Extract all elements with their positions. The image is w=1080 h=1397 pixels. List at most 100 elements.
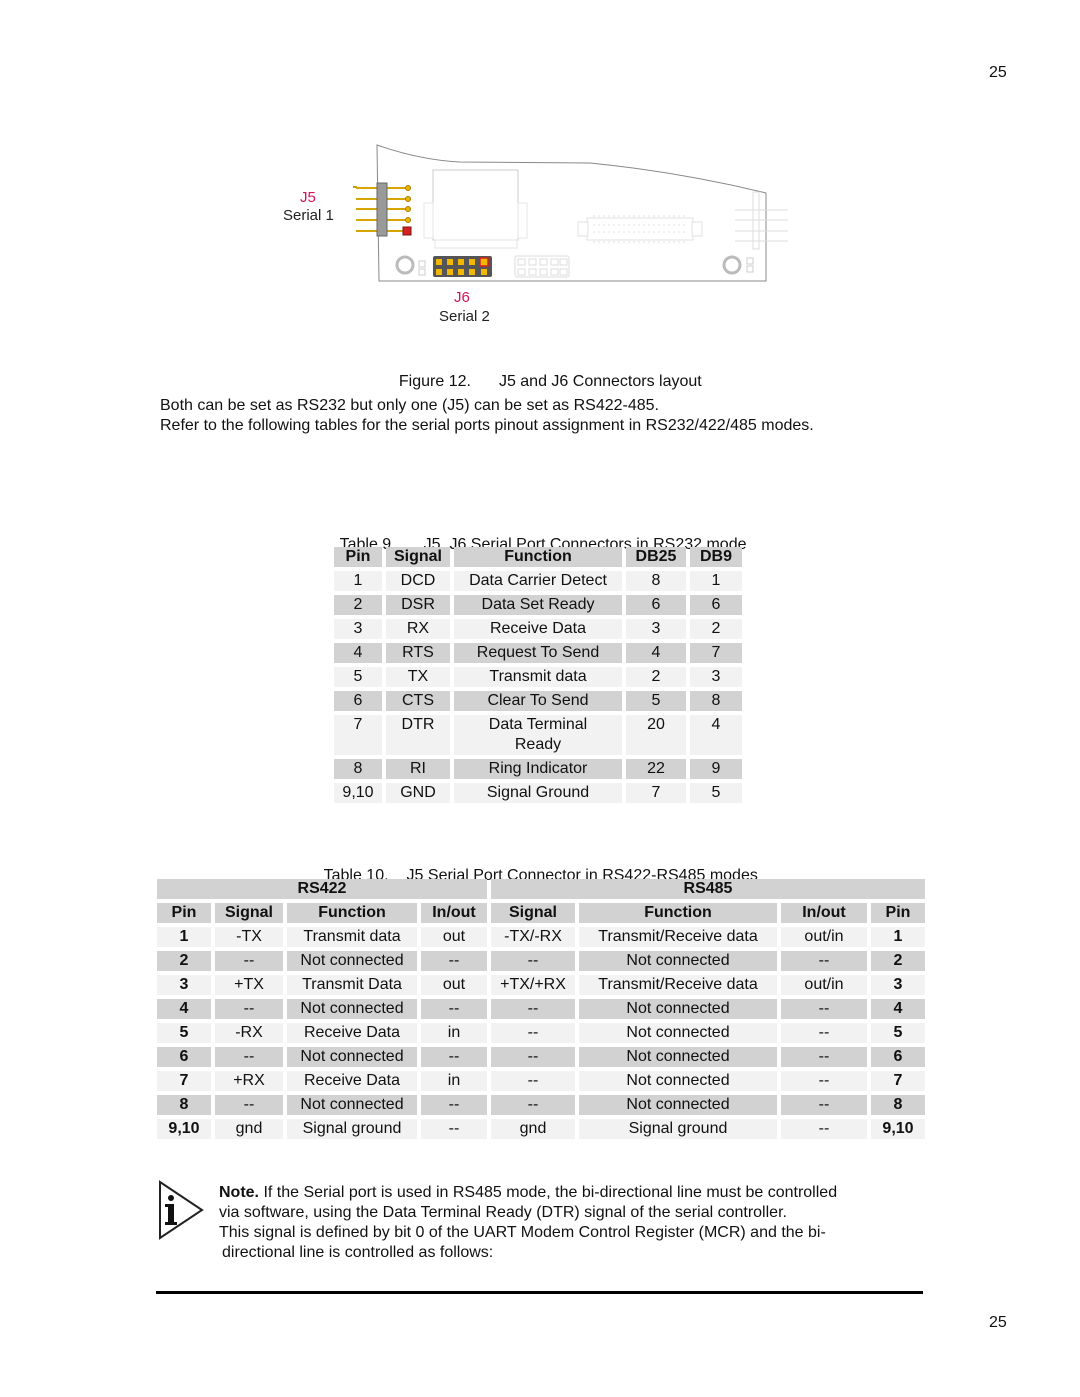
table9-header-pin: Pin	[334, 547, 382, 567]
table-row: 2 -- Not connected -- -- Not connected -- 2	[157, 951, 925, 971]
rs422-signal-cell: --	[215, 999, 283, 1019]
j5-pin1-marker	[402, 226, 412, 236]
db9-cell: 3	[690, 667, 742, 687]
table-row: 5 TX Transmit data 2 3	[334, 667, 742, 687]
pin-cell: 3	[334, 619, 382, 639]
rs422-inout-cell: out	[421, 927, 487, 947]
db9-cell: 1	[690, 571, 742, 591]
rs485-function-cell: Transmit/Receive data	[579, 975, 777, 995]
board-diagram	[353, 144, 788, 282]
rs485-pin-cell: 3	[871, 975, 925, 995]
note-line-3: This signal is defined by bit 0 of the U…	[219, 1224, 826, 1241]
table-row: 9,10 GND Signal Ground 7 5	[334, 783, 742, 803]
signal-cell: GND	[386, 783, 450, 803]
rs422-signal-cell: -RX	[215, 1023, 283, 1043]
rs422-pin-cell: 4	[157, 999, 211, 1019]
rs422-inout-cell: out	[421, 975, 487, 995]
rs422-function-cell: Signal ground	[287, 1119, 417, 1139]
chip	[423, 169, 528, 249]
table-row: 2 DSR Data Set Ready 6 6	[334, 595, 742, 615]
table-row: 8 -- Not connected -- -- Not connected -- 8	[157, 1095, 925, 1115]
rs485-function-cell: Signal ground	[579, 1119, 777, 1139]
table-row: 7 +RX Receive Data in -- Not connected -- 7	[157, 1071, 925, 1091]
table10-group-row: RS422 RS485	[157, 879, 925, 899]
rs422-inout-cell: --	[421, 1047, 487, 1067]
rs485-pin-cell: 4	[871, 999, 925, 1019]
rs422-pin-cell: 1	[157, 927, 211, 947]
rs422-pin-cell: 7	[157, 1071, 211, 1091]
rs422-function-cell: Receive Data	[287, 1071, 417, 1091]
pin-cell: 6	[334, 691, 382, 711]
rs485-header-signal: Signal	[491, 903, 575, 923]
function-cell: Signal Ground	[454, 783, 622, 803]
rs485-pin-cell: 9,10	[871, 1119, 925, 1139]
rs485-pin-cell: 1	[871, 927, 925, 947]
body-paragraph-1: Both can be set as RS232 but only one (J…	[160, 397, 659, 414]
signal-cell: DCD	[386, 571, 450, 591]
rs422-inout-cell: in	[421, 1071, 487, 1091]
rs422-pin-cell: 9,10	[157, 1119, 211, 1139]
rs485-inout-cell: --	[781, 1119, 867, 1139]
table9-header-db25: DB25	[626, 547, 686, 567]
pin-cell: 7	[334, 715, 382, 755]
pin-cell: 8	[334, 759, 382, 779]
table-row: 8 RI Ring Indicator 22 9	[334, 759, 742, 779]
signal-cell: RX	[386, 619, 450, 639]
rs422-function-cell: Transmit Data	[287, 975, 417, 995]
info-icon	[159, 1180, 204, 1240]
table10-header-row: Pin Signal Function In/out Signal Functi…	[157, 903, 925, 923]
rs422-function-cell: Transmit data	[287, 927, 417, 947]
connectors-figure: J5 Serial 1 J6 Serial 2 2 1 1 2	[0, 0, 1080, 340]
rs422-pin-cell: 5	[157, 1023, 211, 1043]
db25-cell: 8	[626, 571, 686, 591]
rs485-header-function: Function	[579, 903, 777, 923]
rs422-function-cell: Not connected	[287, 951, 417, 971]
function-cell: Ring Indicator	[454, 759, 622, 779]
rs422-pin-cell: 2	[157, 951, 211, 971]
rs485-signal-cell: -TX/-RX	[491, 927, 575, 947]
rs485-signal-cell: --	[491, 1023, 575, 1043]
db9-cell: 8	[690, 691, 742, 711]
signal-cell: CTS	[386, 691, 450, 711]
db25-cell: 6	[626, 595, 686, 615]
rs485-signal-cell: +TX/+RX	[491, 975, 575, 995]
rs422-inout-cell: --	[421, 1095, 487, 1115]
function-cell: Data Carrier Detect	[454, 571, 622, 591]
rs485-pin-cell: 8	[871, 1095, 925, 1115]
signal-cell: DTR	[386, 715, 450, 755]
db9-cell: 9	[690, 759, 742, 779]
rs485-pin-cell: 5	[871, 1023, 925, 1043]
table-row: 3 +TX Transmit Data out +TX/+RX Transmit/Rece…	[157, 975, 925, 995]
pin-cell: 5	[334, 667, 382, 687]
rs422-function-cell: Not connected	[287, 1047, 417, 1067]
pin-cell: 9,10	[334, 783, 382, 803]
table-row: 7 DTR Data Terminal Ready 20 4	[334, 715, 742, 755]
db9-cell: 2	[690, 619, 742, 639]
pin-cell: 1	[334, 571, 382, 591]
figure-caption-text: J5 and J6 Connectors layout	[498, 373, 702, 390]
table10-rs422-rs485: RS422 RS485 Pin Signal Function In/out S…	[153, 875, 929, 1143]
table-row: 6 CTS Clear To Send 5 8	[334, 691, 742, 711]
rs485-header-inout: In/out	[781, 903, 867, 923]
rs485-signal-cell: --	[491, 1095, 575, 1115]
rs485-inout-cell: out/in	[781, 975, 867, 995]
db25-cell: 3	[626, 619, 686, 639]
rs485-signal-cell: --	[491, 1071, 575, 1091]
table9-header-row: Pin Signal Function DB25 DB9	[334, 547, 742, 567]
table-row: 5 -RX Receive Data in -- Not connected -- 5	[157, 1023, 925, 1043]
table-row: 6 -- Not connected -- -- Not connected -- 6	[157, 1047, 925, 1067]
rs422-function-cell: Not connected	[287, 999, 417, 1019]
rs422-signal-cell: +TX	[215, 975, 283, 995]
j6-pin1-marker	[479, 257, 489, 267]
rs485-inout-cell: --	[781, 1071, 867, 1091]
j6-header	[433, 256, 492, 277]
signal-cell: DSR	[386, 595, 450, 615]
table9-rs232: Pin Signal Function DB25 DB9 1 DCD Data …	[330, 543, 746, 807]
table-row: 9,10 gnd Signal ground -- gnd Signal ground --…	[157, 1119, 925, 1139]
function-cell: Transmit data	[454, 667, 622, 687]
rs485-function-cell: Not connected	[579, 999, 777, 1019]
table9-header-function: Function	[454, 547, 622, 567]
rs485-function-cell: Not connected	[579, 1095, 777, 1115]
table-row: 1 DCD Data Carrier Detect 8 1	[334, 571, 742, 591]
rs485-inout-cell: --	[781, 951, 867, 971]
